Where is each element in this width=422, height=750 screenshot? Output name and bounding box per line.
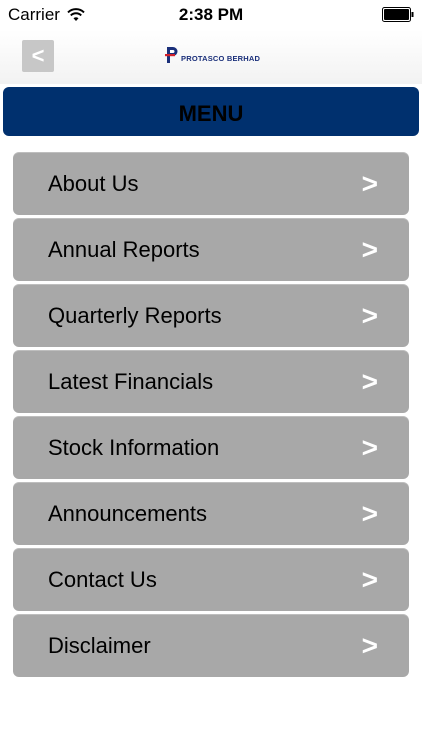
chevron-right-icon: > [361,498,378,529]
logo-text: PROTASCO BERHAD [181,54,261,63]
menu-item-label: Stock Information [48,435,220,460]
back-button[interactable]: < [22,40,54,72]
chevron-right-icon: > [361,630,378,661]
menu-list: About Us > Annual Reports > Quarterly Re… [13,152,409,680]
menu-item-label: Quarterly Reports [48,303,222,328]
menu-header: MENU [3,87,419,136]
chevron-right-icon: > [361,234,378,265]
menu-item-announcements[interactable]: Announcements > [13,482,409,545]
chevron-right-icon: > [361,366,378,397]
status-bar: Carrier 2:38 PM [0,0,422,30]
status-time: 2:38 PM [178,5,244,24]
menu-item-label: About Us [48,171,139,196]
menu-item-about-us[interactable]: About Us > [13,152,409,215]
menu-item-label: Annual Reports [48,237,200,262]
protasco-logo-icon [165,47,178,63]
chevron-right-icon: > [361,564,378,595]
menu-item-quarterly-reports[interactable]: Quarterly Reports > [13,284,409,347]
menu-item-label: Contact Us [48,567,157,592]
menu-item-annual-reports[interactable]: Annual Reports > [13,218,409,281]
company-logo: PROTASCO BERHAD [165,45,260,65]
menu-item-stock-information[interactable]: Stock Information > [13,416,409,479]
chevron-right-icon: > [361,432,378,463]
navigation-bar: < PROTASCO BERHAD [0,30,422,84]
battery-icon [382,7,414,22]
menu-item-latest-financials[interactable]: Latest Financials > [13,350,409,413]
menu-item-label: Announcements [48,501,207,526]
menu-item-contact-us[interactable]: Contact Us > [13,548,409,611]
menu-item-label: Latest Financials [48,369,214,394]
menu-item-disclaimer[interactable]: Disclaimer > [13,614,409,677]
chevron-right-icon: > [361,168,378,199]
chevron-right-icon: > [361,300,378,331]
menu-item-label: Disclaimer [48,633,151,658]
